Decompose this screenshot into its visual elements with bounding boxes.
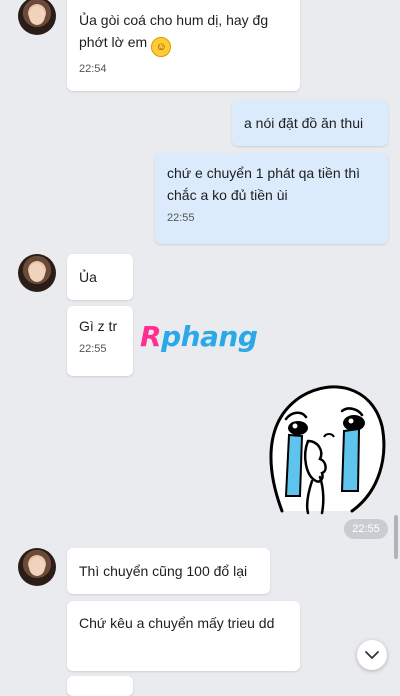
chevron-down-icon bbox=[365, 650, 379, 659]
incoming-message[interactable]: Ủa gòi coá cho hum dị, hay đg phớt lờ em… bbox=[67, 0, 300, 91]
scrollbar[interactable] bbox=[394, 515, 398, 559]
incoming-message[interactable]: Gì z tr 22:55 bbox=[67, 306, 133, 376]
message-text: Chứ kêu a chuyển mấy trieu dd bbox=[79, 615, 275, 631]
message-time: 22:55 bbox=[344, 519, 388, 539]
incoming-message[interactable]: Ủa bbox=[67, 254, 133, 300]
avatar-face bbox=[29, 263, 45, 282]
contact-avatar[interactable] bbox=[18, 254, 56, 292]
incoming-message[interactable] bbox=[67, 676, 133, 696]
incoming-message[interactable]: Thì chuyển cũng 100 đổ lại bbox=[67, 548, 270, 594]
watermark-logo: Rphang bbox=[140, 320, 258, 353]
message-text: chứ e chuyển 1 phát qa tiền thì chắc a k… bbox=[167, 165, 361, 203]
message-text: Thì chuyển cũng 100 đổ lại bbox=[79, 563, 248, 579]
incoming-message[interactable]: Chứ kêu a chuyển mấy trieu dd bbox=[67, 601, 300, 671]
message-text: Gì z tr bbox=[79, 318, 118, 334]
avatar-face bbox=[29, 557, 45, 576]
crying-blob-sticker[interactable] bbox=[262, 381, 388, 515]
message-time: 22:54 bbox=[79, 63, 107, 75]
message-time: 22:55 bbox=[79, 343, 107, 355]
message-time: 22:55 bbox=[167, 212, 195, 224]
watermark-rest: phang bbox=[161, 320, 258, 353]
grinning-face-with-tears-icon: ☺ bbox=[151, 37, 172, 57]
message-text: a nói đặt đồ ăn thui bbox=[244, 115, 364, 131]
scroll-to-bottom-button[interactable] bbox=[357, 640, 387, 670]
avatar-face bbox=[29, 6, 45, 25]
contact-avatar[interactable] bbox=[18, 548, 56, 586]
message-text: Ủa bbox=[79, 269, 97, 285]
message-text: Ủa gòi coá cho hum dị, hay đg phớt lờ em bbox=[79, 12, 269, 50]
contact-avatar[interactable] bbox=[18, 0, 56, 35]
outgoing-message[interactable]: a nói đặt đồ ăn thui bbox=[232, 100, 388, 146]
watermark-first: R bbox=[140, 320, 162, 353]
outgoing-message[interactable]: chứ e chuyển 1 phát qa tiền thì chắc a k… bbox=[155, 153, 388, 244]
